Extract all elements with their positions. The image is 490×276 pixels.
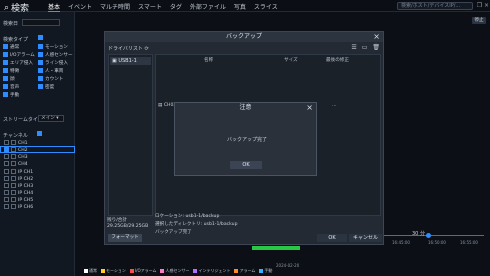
left-panel: 検索日 検索タイプ 通常 モーション I/Oアラーム 人感センサー エリア侵入 … xyxy=(0,12,75,276)
column-name[interactable]: 名称 xyxy=(204,57,213,63)
ok-button[interactable]: OK xyxy=(317,234,347,242)
tab-photo[interactable]: 写真 xyxy=(234,2,246,12)
tab-external-file[interactable]: 外部ファイル xyxy=(190,2,226,12)
top-bar: ⌕ 検索 基本 イベント マルチ時間 スマート タグ 外部ファイル 写真 スライ… xyxy=(0,0,490,14)
tab-tag[interactable]: タグ xyxy=(170,2,182,12)
close-icon[interactable]: × xyxy=(483,2,490,9)
type-audio[interactable]: 音声 xyxy=(3,84,19,91)
device-list: ▣ USB1-1 xyxy=(108,54,153,216)
channel-item[interactable]: CH2 xyxy=(4,147,28,154)
search-date-label: 検索日 xyxy=(3,21,19,27)
notice-title: 注意 xyxy=(239,104,252,111)
driver-list-label: ドライバリスト ⟳ xyxy=(108,46,149,52)
select-all-checkbox[interactable] xyxy=(38,35,45,42)
channel-item[interactable]: IP CH1 xyxy=(4,169,33,176)
channel-item[interactable]: IP CH2 xyxy=(4,176,33,183)
legend-item: インテリジェント xyxy=(193,268,230,274)
time-label: 16:45:00 xyxy=(392,240,410,245)
legend-swatch xyxy=(234,269,239,273)
type-pir[interactable]: 人感センサー xyxy=(38,52,73,59)
stream-type-label: ストリームタイプ xyxy=(3,117,43,123)
channel-item[interactable]: IP CH4 xyxy=(4,190,33,197)
type-manual[interactable]: 手動 xyxy=(3,92,19,99)
format-button[interactable]: フォーマット xyxy=(108,234,142,242)
notice-dialog: 注意 × バックアップ完了 OK xyxy=(174,102,317,176)
stream-type-select[interactable]: メイン ▾ xyxy=(38,115,64,122)
backup-status: バックアップ完了 xyxy=(155,230,192,235)
refresh-icon[interactable]: ⟳ xyxy=(145,46,149,52)
tab-basic[interactable]: 基本 xyxy=(48,2,61,12)
timeline-handle[interactable] xyxy=(426,233,431,238)
notice-ok-button[interactable]: OK xyxy=(230,161,262,169)
tab-multi-time[interactable]: マルチ時間 xyxy=(100,2,130,12)
type-face[interactable]: 顔 xyxy=(3,76,15,83)
notice-message: バックアップ完了 xyxy=(227,137,268,143)
time-label: 16:55:00 xyxy=(460,240,478,245)
timeline-track xyxy=(384,235,484,236)
channel-item[interactable]: CH3 xyxy=(4,154,28,161)
storage-info: 残り/合計 29.25GB/29.25GB xyxy=(107,218,149,229)
tab-slice[interactable]: スライス xyxy=(254,2,278,12)
channel-item[interactable]: IP CH3 xyxy=(4,183,33,190)
backup-info: ロケーション: usb1-1/backup 選択したディレクトリ: usb1-1… xyxy=(155,214,238,235)
legend-swatch xyxy=(160,269,165,273)
zoom-level[interactable]: 30 分 xyxy=(412,230,425,237)
search-type-label: 検索タイプ xyxy=(3,37,29,43)
type-normal[interactable]: 通常 xyxy=(3,44,19,51)
type-count[interactable]: カウント xyxy=(38,76,63,83)
search-input[interactable]: 検索/ホスト/デバイスIP/... xyxy=(397,2,473,10)
toolbar: ☰ ▭ 🗑 xyxy=(351,44,380,51)
list-view-icon[interactable]: ☰ xyxy=(351,44,356,51)
date-field[interactable] xyxy=(22,19,60,26)
legend-swatch xyxy=(129,269,134,273)
channel-item[interactable]: IP CH5 xyxy=(4,197,33,204)
channel-item[interactable]: IP CH6 xyxy=(4,204,33,211)
type-human-vehicle[interactable]: 人・車両 xyxy=(38,68,63,75)
legend-swatch xyxy=(193,269,198,273)
tab-event[interactable]: イベント xyxy=(68,2,92,12)
window-restore-icon[interactable]: ❐ xyxy=(476,2,483,9)
timeline-date: 2024-02-20 xyxy=(276,263,300,268)
chevron-down-icon: ▾ xyxy=(56,116,59,121)
search-icon: ⌕ xyxy=(4,2,10,13)
legend-swatch xyxy=(259,269,264,273)
type-density[interactable]: 密度 xyxy=(38,84,54,91)
dialog-title: バックアップ xyxy=(105,32,383,42)
tab-bar: 基本 イベント マルチ時間 スマート タグ 外部ファイル 写真 スライス xyxy=(48,2,278,12)
timeline-slider[interactable] xyxy=(384,232,484,239)
legend-swatch xyxy=(84,269,88,273)
channel-select-all[interactable] xyxy=(37,131,44,138)
legend-item: モーション xyxy=(101,268,126,274)
legend-item: 通常 xyxy=(84,268,97,274)
legend-swatch xyxy=(101,269,105,273)
cancel-button[interactable]: キャンセル xyxy=(349,234,382,242)
type-area-intrusion[interactable]: エリア侵入 xyxy=(3,60,33,67)
file-icon: ▤ xyxy=(158,103,163,108)
close-icon[interactable]: × xyxy=(373,32,380,42)
legend-item: 人感センサー xyxy=(160,268,189,274)
new-folder-icon[interactable]: ▭ xyxy=(362,44,368,51)
recording-segment xyxy=(252,246,300,250)
legend-item: 手動 xyxy=(259,268,272,274)
type-feature[interactable]: 特徴 xyxy=(3,68,19,75)
stop-button[interactable]: 停止 xyxy=(472,17,486,24)
close-icon[interactable]: × xyxy=(306,103,313,113)
usb-drive-icon: ▣ xyxy=(112,58,117,64)
device-item-usb[interactable]: ▣ USB1-1 xyxy=(110,57,151,65)
legend: 通常 モーション I/Oアラーム 人感センサー インテリジェント アラーム 手動 xyxy=(84,268,272,274)
tab-smart[interactable]: スマート xyxy=(138,2,162,12)
legend-item: アラーム xyxy=(234,268,255,274)
column-size[interactable]: サイズ xyxy=(284,57,298,63)
column-modified[interactable]: 最後の修正 xyxy=(326,57,349,63)
channel-item[interactable]: CH4 xyxy=(4,161,28,168)
type-line-crossing[interactable]: ライン侵入 xyxy=(38,60,68,67)
type-motion[interactable]: モーション xyxy=(38,44,68,51)
delete-icon[interactable]: 🗑 xyxy=(372,44,380,51)
legend-item: I/Oアラーム xyxy=(129,268,156,274)
channel-label: チャンネル xyxy=(3,133,28,139)
time-label: 16:50:00 xyxy=(428,240,446,245)
type-io-alarm[interactable]: I/Oアラーム xyxy=(3,52,35,59)
